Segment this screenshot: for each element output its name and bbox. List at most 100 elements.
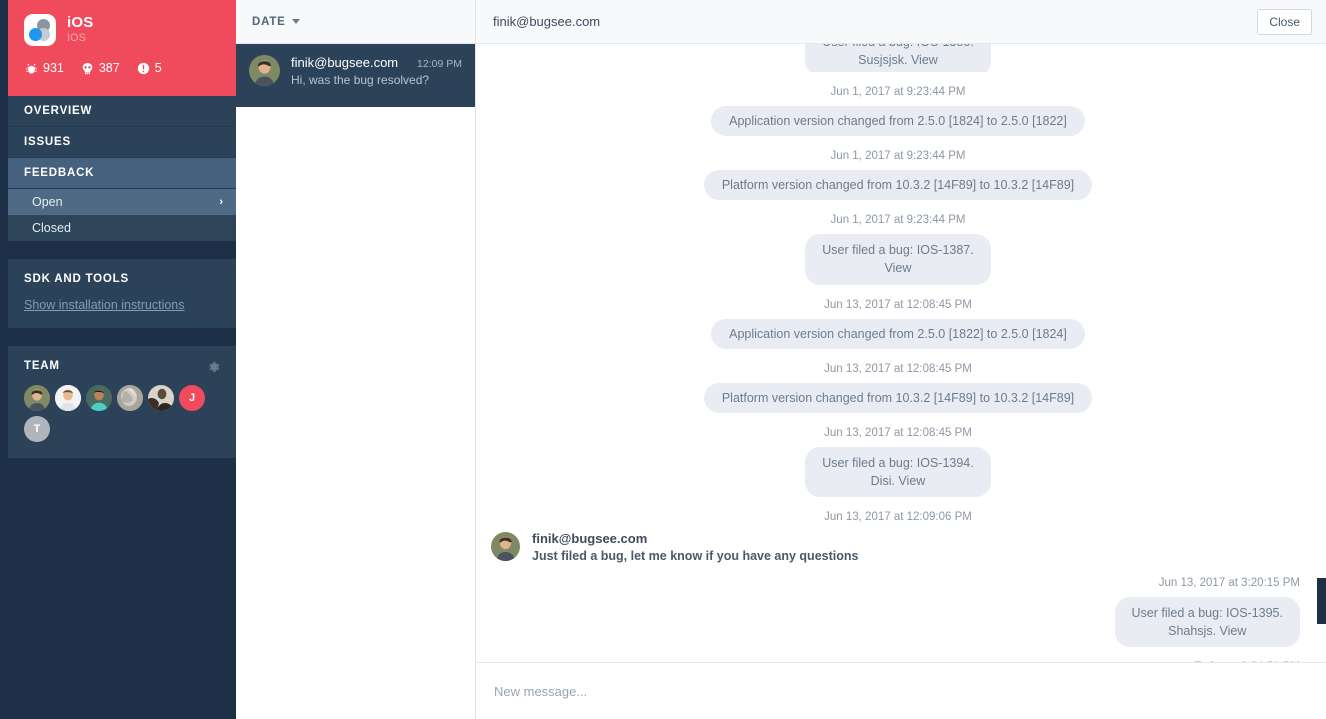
- system-bubble[interactable]: Platform version changed from 10.3.2 [14…: [703, 382, 1093, 413]
- sidebar-item-closed[interactable]: Closed: [8, 215, 236, 241]
- system-bubble[interactable]: Platform version changed from 10.3.2 [14…: [703, 170, 1093, 201]
- stat-bugs-value: 931: [43, 61, 64, 75]
- conversation-list-pane: DATE finik@bugsee.com 12:09 PM Hi, was t…: [236, 0, 476, 719]
- message-system: Jun 1, 2017 at 9:23:44 PM Platform versi…: [488, 150, 1308, 201]
- message-system: Jun 13, 2017 at 3:20:15 PM User filed a …: [488, 577, 1308, 648]
- sidebar-item-issues[interactable]: ISSUES: [8, 127, 236, 158]
- sidebar-subitem-label: Closed: [32, 221, 71, 235]
- message-timestamp: Jun 13, 2017 at 3:20:15 PM: [1158, 577, 1300, 589]
- avatar[interactable]: [148, 385, 174, 411]
- system-bubble[interactable]: Application version changed from 2.5.0 […: [711, 106, 1085, 137]
- avatar: [491, 532, 520, 561]
- message-timestamp: Jun 13, 2017 at 12:08:45 PM: [824, 362, 972, 375]
- sidebar-item-feedback[interactable]: FEEDBACK: [8, 158, 236, 189]
- message-system: Jun 1, 2017 at 9:23:44 PM Application ve…: [488, 86, 1308, 137]
- project-stats: 931 387 5: [24, 61, 220, 75]
- avatar-initial-label: T: [33, 423, 41, 435]
- caret-down-icon[interactable]: [291, 19, 300, 24]
- bubble-row: User filed a bug: IOS-1386. Susjsjsk. Vi…: [488, 44, 1308, 72]
- conversation-item-body: finik@bugsee.com 12:09 PM Hi, was the bu…: [291, 55, 462, 94]
- chat-header: finik@bugsee.com Close: [476, 0, 1326, 44]
- system-bubble[interactable]: User filed a bug: IOS-1387. View: [805, 234, 991, 285]
- system-bubble[interactable]: User filed a bug: IOS-1394. Disi. View: [805, 446, 991, 497]
- message-timestamp: Jun 13, 2017 at 12:09:06 PM: [824, 511, 972, 523]
- conversation-snippet: Hi, was the bug resolved?: [291, 73, 430, 87]
- message-timestamp: Jun 13, 2017 at 12:08:45 PM: [824, 426, 972, 439]
- system-bubble[interactable]: User filed a bug: IOS-1386. Susjsjsk. Vi…: [805, 44, 991, 72]
- sidebar: iOS IOS 931 387 5 OVERVIEW ISSUES FEEDBA…: [8, 0, 236, 719]
- message-system: Jun 13, 2017 at 12:08:45 PM Application …: [488, 299, 1308, 349]
- avatar[interactable]: [24, 385, 50, 411]
- avatar[interactable]: [117, 385, 143, 411]
- bubble-row: User filed a bug: IOS-1394. Disi. View: [488, 446, 1308, 497]
- team-panel-header: TEAM: [24, 360, 220, 373]
- bubble-row: Application version changed from 2.5.0 […: [488, 318, 1308, 349]
- sidebar-item-label: ISSUES: [24, 136, 71, 148]
- stat-crashes[interactable]: 387: [81, 61, 120, 75]
- message-system: Jun 13, 2017 at 12:08:45 PM Platform ver…: [488, 363, 1308, 413]
- sdk-tools-panel: SDK AND TOOLS Show installation instruct…: [8, 259, 236, 328]
- message-user: Jun 13, 2017 at 12:09:06 PM finik@bugsee…: [488, 511, 1308, 563]
- project-header: iOS IOS: [24, 14, 220, 46]
- system-bubble[interactable]: Application version changed from 2.5.0 […: [711, 318, 1085, 349]
- message-thread-scrollbar[interactable]: [1317, 578, 1326, 624]
- team-title: TEAM: [24, 360, 60, 372]
- avatar-initial[interactable]: J: [179, 385, 205, 411]
- project-names: iOS IOS: [67, 15, 93, 44]
- bubble-row: Platform version changed from 10.3.2 [14…: [488, 382, 1308, 413]
- bubble-row: Application version changed from 2.5.0 […: [488, 106, 1308, 137]
- message-timestamp: Jun 1, 2017 at 9:23:44 PM: [830, 86, 966, 98]
- sidebar-item-label: FEEDBACK: [24, 167, 95, 179]
- conversation-time: 12:09 PM: [417, 58, 462, 70]
- bubble-row: User filed a bug: IOS-1387. View: [488, 234, 1308, 285]
- user-message-row: finik@bugsee.com Just filed a bug, let m…: [488, 531, 1308, 563]
- message-user: Today at 2:24:51 PM Alex Fishman Hi, was…: [488, 661, 1308, 662]
- message-timestamp: Jun 1, 2017 at 9:23:44 PM: [830, 214, 966, 227]
- sidebar-item-overview[interactable]: OVERVIEW: [8, 96, 236, 127]
- sdk-tools-title: SDK AND TOOLS: [24, 273, 129, 285]
- conversation-list-item[interactable]: finik@bugsee.com 12:09 PM Hi, was the bu…: [236, 44, 475, 107]
- system-bubble[interactable]: User filed a bug: IOS-1395. Shahsjs. Vie…: [1114, 597, 1300, 648]
- project-card[interactable]: iOS IOS 931 387 5: [8, 0, 236, 96]
- avatar-initial[interactable]: T: [24, 416, 50, 442]
- sidebar-subitem-label: Open: [32, 195, 63, 209]
- stat-crashes-value: 387: [98, 61, 120, 75]
- message-timestamp: Today at 2:24:51 PM: [488, 661, 1308, 662]
- stat-bugs[interactable]: 931: [25, 61, 64, 75]
- message-timestamp: Jun 13, 2017 at 12:08:45 PM: [824, 298, 972, 311]
- stat-alerts[interactable]: 5: [137, 61, 162, 75]
- message-author: finik@bugsee.com: [532, 531, 648, 546]
- avatar[interactable]: [86, 385, 112, 411]
- sidebar-item-open[interactable]: Open ›: [8, 189, 236, 215]
- gear-icon[interactable]: [208, 360, 220, 373]
- conversation-item-top-row: finik@bugsee.com 12:09 PM: [291, 55, 462, 70]
- message-thread[interactable]: User filed a bug: IOS-1386. Susjsjsk. Vi…: [476, 44, 1326, 662]
- avatar[interactable]: [55, 385, 81, 411]
- new-message-input[interactable]: [494, 683, 1308, 699]
- chevron-right-icon: ›: [219, 196, 223, 208]
- message-system: Jun 13, 2017 at 12:08:45 PM User filed a…: [488, 427, 1308, 497]
- bubble-row: Platform version changed from 10.3.2 [14…: [488, 170, 1308, 201]
- avatar: [249, 55, 280, 86]
- bubble-row: User filed a bug: IOS-1395. Shahsjs. Vie…: [488, 597, 1308, 648]
- bugsee-dashboard: iOS IOS 931 387 5 OVERVIEW ISSUES FEEDBA…: [0, 0, 1326, 719]
- ios-app-icon: [24, 14, 56, 46]
- chat-title: finik@bugsee.com: [493, 14, 601, 29]
- user-message-body: finik@bugsee.com Just filed a bug, let m…: [532, 531, 858, 563]
- message-system-clipped: User filed a bug: IOS-1386. Susjsjsk. Vi…: [488, 44, 1308, 72]
- sort-by-date-label: DATE: [252, 15, 286, 28]
- crash-icon: [81, 62, 94, 75]
- conversation-list-header[interactable]: DATE: [236, 0, 475, 44]
- stat-alerts-value: 5: [154, 61, 162, 75]
- message-composer: [476, 662, 1326, 719]
- team-avatars: J T: [24, 385, 210, 442]
- chat-pane: finik@bugsee.com Close User filed a bug:…: [476, 0, 1326, 719]
- avatar-initial-label: J: [188, 392, 196, 404]
- show-installation-instructions-link[interactable]: Show installation instructions: [24, 298, 220, 312]
- message-timestamp: Jun 1, 2017 at 9:23:44 PM: [830, 150, 966, 163]
- message-text: Just filed a bug, let me know if you hav…: [532, 549, 859, 563]
- project-platform: IOS: [67, 32, 86, 45]
- conversation-sender: finik@bugsee.com: [291, 55, 399, 70]
- alert-icon: [137, 62, 150, 75]
- close-button[interactable]: Close: [1257, 8, 1312, 35]
